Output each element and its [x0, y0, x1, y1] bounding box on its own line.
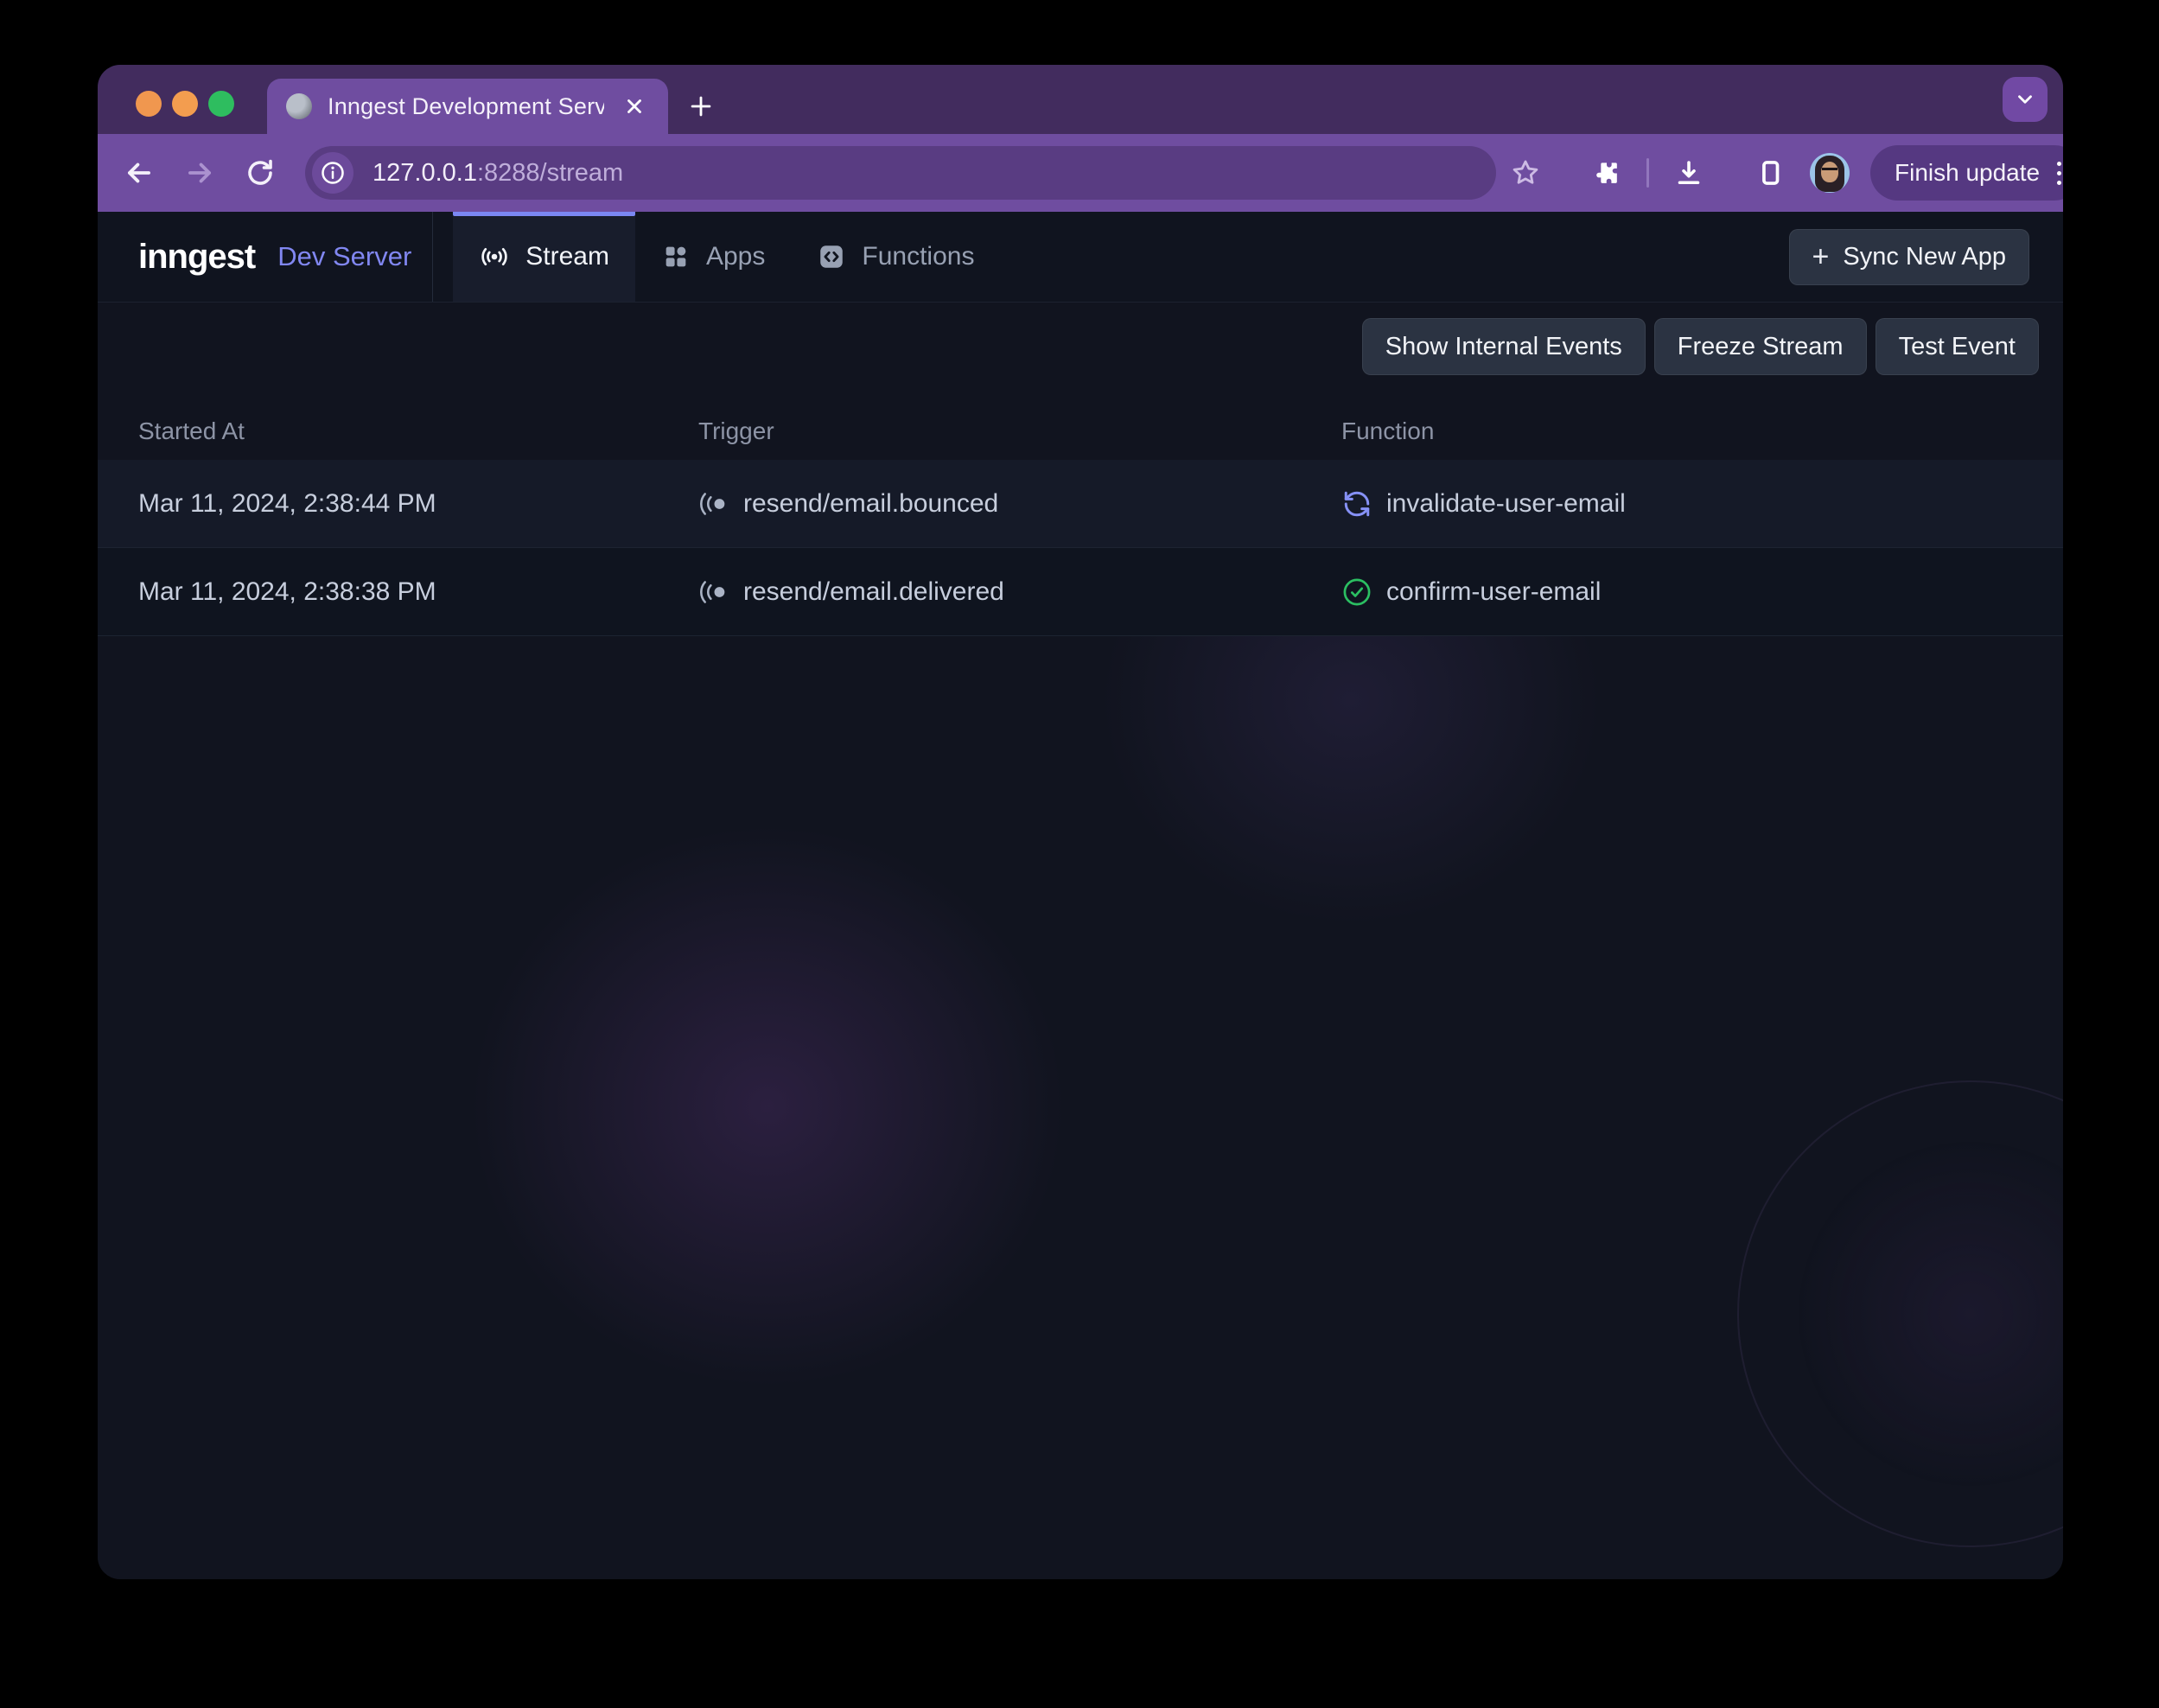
star-icon	[1510, 157, 1541, 188]
tab-stream[interactable]: Stream	[453, 212, 635, 302]
forward-arrow-icon	[183, 156, 216, 189]
header-divider	[432, 212, 433, 302]
tab-functions[interactable]: Functions	[791, 212, 1000, 302]
stream-page: Show Internal Events Freeze Stream Test …	[98, 303, 2063, 1579]
reload-button[interactable]	[241, 154, 279, 192]
minimize-window-button[interactable]	[172, 91, 198, 117]
header-trigger: Trigger	[698, 417, 1341, 445]
background-ring	[1737, 1080, 2063, 1547]
bookmark-button[interactable]	[1506, 154, 1544, 192]
close-window-button[interactable]	[136, 91, 162, 117]
side-panel-icon	[1755, 158, 1785, 188]
show-internal-events-button[interactable]: Show Internal Events	[1362, 318, 1646, 375]
app-nav-tabs: Stream Apps Functions	[453, 212, 1000, 302]
table-header-row: Started At Trigger Function	[98, 403, 2063, 460]
browser-tab-strip: Inngest Development Server	[98, 65, 2063, 134]
url-path: :8288/stream	[477, 159, 623, 187]
favicon-icon	[286, 93, 312, 119]
cell-function: confirm-user-email	[1341, 577, 2063, 608]
cell-started-at: Mar 11, 2024, 2:38:44 PM	[138, 489, 698, 519]
brand: inngest Dev Server	[98, 212, 411, 302]
plus-icon: +	[1812, 242, 1830, 271]
address-bar[interactable]: 127.0.0.1:8288/stream	[305, 146, 1496, 200]
status-running-icon	[1341, 488, 1372, 519]
event-trigger-icon	[698, 577, 729, 608]
downloads-button[interactable]	[1670, 154, 1708, 192]
sync-new-app-label: Sync New App	[1843, 243, 2006, 271]
url-host: 127.0.0.1	[373, 159, 477, 187]
background-glow	[357, 717, 1178, 1495]
stream-table: Started At Trigger Function Mar 11, 2024…	[98, 403, 2063, 636]
tab-stream-label: Stream	[525, 242, 609, 271]
forward-button[interactable]	[181, 154, 219, 192]
puzzle-icon	[1591, 157, 1622, 188]
profile-avatar[interactable]	[1810, 153, 1850, 193]
functions-icon	[817, 242, 846, 271]
header-started-at: Started At	[138, 417, 698, 445]
cell-trigger: resend/email.bounced	[698, 488, 1341, 519]
browser-window: Inngest Development Server 127.0.0.1:828	[98, 65, 2063, 1579]
browser-tab[interactable]: Inngest Development Server	[267, 79, 668, 134]
reload-icon	[245, 157, 276, 188]
zoom-window-button[interactable]	[208, 91, 234, 117]
new-tab-button[interactable]	[678, 84, 723, 129]
back-arrow-icon	[123, 156, 156, 189]
table-row[interactable]: Mar 11, 2024, 2:38:38 PM resend/email.de…	[98, 548, 2063, 636]
extensions-button[interactable]	[1588, 154, 1626, 192]
cell-trigger: resend/email.delivered	[698, 577, 1341, 608]
toolbar-divider	[1646, 158, 1649, 188]
test-event-button[interactable]: Test Event	[1876, 318, 2039, 375]
event-trigger-icon	[698, 488, 729, 519]
apps-icon	[661, 242, 691, 271]
freeze-stream-button[interactable]: Freeze Stream	[1654, 318, 1867, 375]
table-row[interactable]: Mar 11, 2024, 2:38:44 PM resend/email.bo…	[98, 460, 2063, 548]
download-icon	[1673, 157, 1704, 188]
trigger-name: resend/email.delivered	[743, 577, 1004, 607]
tab-title: Inngest Development Server	[328, 93, 604, 120]
stream-icon	[479, 241, 510, 272]
header-function: Function	[1341, 417, 2063, 445]
info-icon	[320, 160, 346, 186]
tab-apps-label: Apps	[706, 242, 765, 271]
function-name: invalidate-user-email	[1386, 489, 1626, 519]
status-completed-icon	[1341, 577, 1372, 608]
cell-started-at: Mar 11, 2024, 2:38:38 PM	[138, 577, 698, 607]
tab-apps[interactable]: Apps	[635, 212, 791, 302]
site-info-button[interactable]	[312, 152, 353, 194]
function-name: confirm-user-email	[1386, 577, 1601, 607]
tab-search-button[interactable]	[2003, 77, 2048, 122]
back-button[interactable]	[120, 154, 158, 192]
side-panel-button[interactable]	[1751, 154, 1789, 192]
browser-menu-icon[interactable]	[2048, 155, 2063, 192]
browser-toolbar: 127.0.0.1:8288/stream Finish updat	[98, 134, 2063, 212]
tab-close-icon[interactable]	[620, 92, 649, 121]
finish-update-button[interactable]: Finish update	[1870, 145, 2063, 201]
sync-new-app-button[interactable]: + Sync New App	[1789, 229, 2029, 285]
finish-update-label: Finish update	[1895, 159, 2040, 187]
inngest-logo: inngest	[138, 238, 255, 277]
stream-controls: Show Internal Events Freeze Stream Test …	[98, 303, 2063, 375]
app-header: inngest Dev Server Stream Apps	[98, 212, 2063, 303]
cell-function: invalidate-user-email	[1341, 488, 2063, 519]
url-text: 127.0.0.1:8288/stream	[373, 159, 623, 188]
chevron-down-icon	[2014, 88, 2036, 111]
tab-functions-label: Functions	[862, 242, 974, 271]
trigger-name: resend/email.bounced	[743, 489, 998, 519]
dev-server-label: Dev Server	[277, 241, 411, 272]
